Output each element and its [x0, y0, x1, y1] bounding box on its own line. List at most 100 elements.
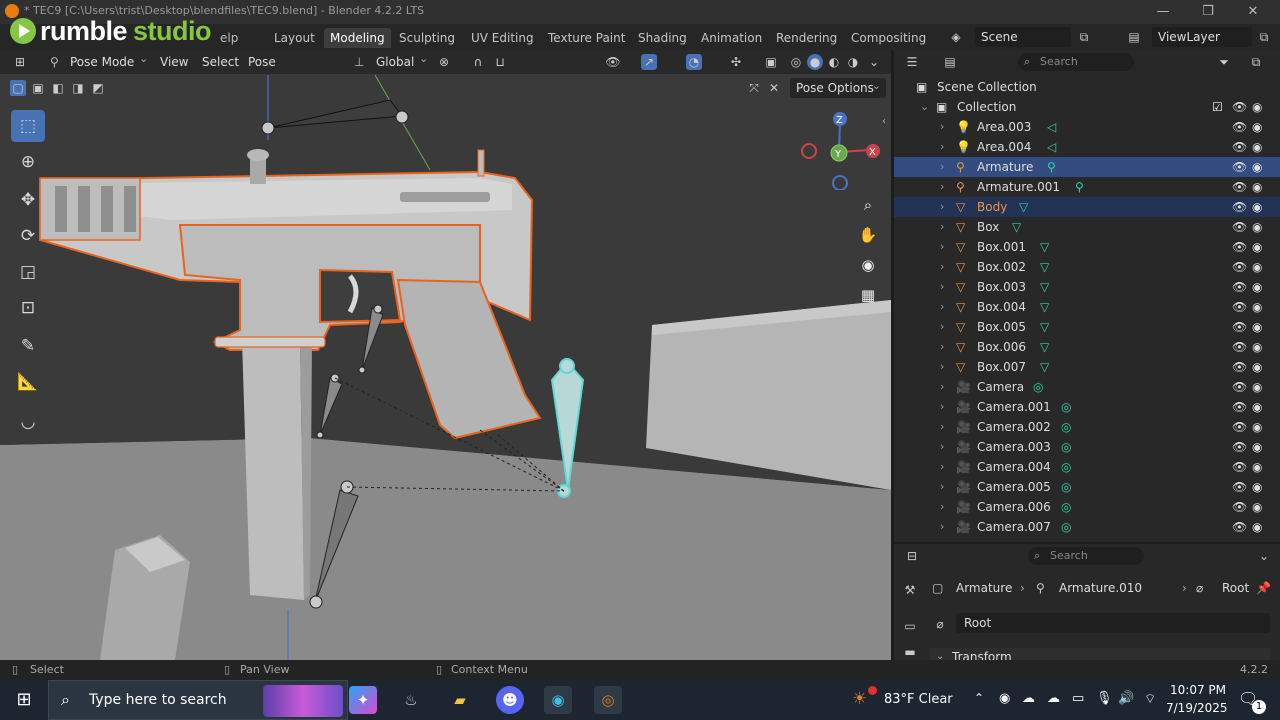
mirror-x-icon[interactable]: ✕ [766, 80, 782, 96]
chevron-right-icon[interactable]: › [940, 217, 944, 237]
chevron-right-icon[interactable]: › [940, 277, 944, 297]
outliner-row[interactable]: › 💡 Area.003 ◁ 👁 ◉ [894, 117, 1280, 137]
outliner-row[interactable]: › ▽ Box.003 ▽ 👁 ◉ [894, 277, 1280, 297]
outliner-row[interactable]: › ▽ Box.001 ▽ 👁 ◉ [894, 237, 1280, 257]
eye-icon[interactable]: 👁 [1232, 377, 1247, 397]
visibility-icon[interactable]: 👁 [605, 54, 621, 70]
xray-icon[interactable]: ▣ [763, 54, 779, 70]
measure-tool[interactable]: 📐 [10, 366, 46, 398]
eye-icon[interactable]: 👁 [1232, 357, 1247, 377]
taskbar-search-input[interactable]: ⌕ Type here to search [48, 680, 348, 720]
mesh-data-icon[interactable]: ▽ [1040, 357, 1049, 377]
bone-overlay-icon[interactable]: ✣ [728, 54, 744, 70]
tray-device-icon[interactable]: ▭ [1072, 691, 1084, 706]
eye-icon[interactable]: 👁 [1232, 497, 1247, 517]
camera-data-icon[interactable]: ◎ [1061, 417, 1071, 437]
render-camera-icon[interactable]: ◉ [1252, 397, 1262, 417]
mesh-data-icon[interactable]: ▽ [1040, 277, 1049, 297]
speaker-icon[interactable]: 🔊 [1118, 691, 1134, 706]
outliner-row[interactable]: › ▽ Body ▽ 👁 ◉ [894, 197, 1280, 217]
snap-icon[interactable]: ∩ [470, 54, 486, 70]
eye-icon[interactable]: 👁 [1232, 297, 1247, 317]
camera-data-icon[interactable]: ◎ [1061, 497, 1071, 517]
render-camera-icon[interactable]: ◉ [1252, 237, 1262, 257]
pose-options-dropdown[interactable]: Pose Options ⌄ [790, 78, 886, 98]
orientation-dropdown[interactable]: Global [370, 50, 432, 71]
outliner-row[interactable]: › ▽ Box.007 ▽ 👁 ◉ [894, 357, 1280, 377]
select-invert-icon[interactable]: ◨ [70, 80, 86, 96]
tray-app-icon[interactable]: ◉ [999, 691, 1010, 706]
render-camera-icon[interactable]: ◉ [1252, 437, 1262, 457]
camera-view-icon[interactable]: ◉ [855, 252, 881, 278]
tab-layout[interactable]: Layout [268, 28, 321, 48]
scene-selector[interactable]: Scene [975, 27, 1071, 47]
zoom-icon[interactable]: ⌕ [855, 192, 881, 218]
weather-text[interactable]: 83°F Clear [884, 692, 953, 707]
new-scene-icon[interactable]: ⧉ [1076, 29, 1092, 45]
wireframe-shading-icon[interactable]: ◎ [788, 54, 804, 70]
chevron-right-icon[interactable]: › [940, 137, 944, 157]
select-menu[interactable]: Select [202, 53, 239, 71]
pin-icon[interactable]: 📌 [1256, 578, 1271, 598]
mode-dropdown[interactable]: Pose Mode [64, 50, 152, 71]
outliner-row[interactable]: › ▽ Box.002 ▽ 👁 ◉ [894, 257, 1280, 277]
eye-icon[interactable]: 👁 [1232, 257, 1247, 277]
properties-editor-icon[interactable]: ⊟ [904, 548, 920, 564]
chevron-right-icon[interactable]: › [940, 297, 944, 317]
shading-options-chevron-icon[interactable]: ⌄ [866, 54, 882, 70]
mesh-data-icon[interactable]: ▽ [1040, 337, 1049, 357]
output-tab-icon[interactable]: ▬ [902, 644, 918, 660]
outliner-row[interactable]: › ▽ Box.006 ▽ 👁 ◉ [894, 337, 1280, 357]
tool-tab-icon[interactable]: ⚒ [902, 582, 918, 598]
restore-button[interactable]: ❐ [1193, 2, 1223, 22]
windows-start-icon[interactable]: ⊞ [10, 686, 38, 714]
camera-data-icon[interactable]: ◎ [1061, 517, 1071, 537]
view-layer-selector[interactable]: ViewLayer [1152, 27, 1252, 47]
clock-time[interactable]: 10:07 PM [1170, 683, 1226, 697]
render-camera-icon[interactable]: ◉ [1252, 297, 1262, 317]
eye-icon[interactable]: 👁 [1232, 437, 1247, 457]
eye-icon[interactable]: 👁 [1232, 277, 1247, 297]
outliner-row[interactable]: › 🎥 Camera.005 ◎ 👁 ◉ [894, 477, 1280, 497]
blender-taskbar-icon[interactable]: ◎ [594, 686, 622, 714]
render-camera-icon[interactable]: ◉ [1252, 217, 1262, 237]
render-camera-icon[interactable]: ◉ [1252, 337, 1262, 357]
eye-icon[interactable]: 👁 [1232, 477, 1247, 497]
pan-hand-icon[interactable]: ✋ [855, 222, 881, 248]
outliner-editor-icon[interactable]: ☰ [904, 54, 920, 70]
chevron-right-icon[interactable]: › [940, 497, 944, 517]
3d-viewport[interactable]: Z X Y ⌕ ✋ ◉ ▦ ‹ [0, 50, 891, 660]
view-menu[interactable]: View [160, 53, 188, 71]
tray-chevron-up-icon[interactable]: ⌃ [974, 691, 984, 705]
select-subtract-icon[interactable]: ◧ [50, 80, 66, 96]
camera-data-icon[interactable]: ◎ [1033, 377, 1043, 397]
cursor-tool[interactable]: ⊕ [10, 146, 46, 178]
tab-compositing[interactable]: Compositing [845, 28, 932, 48]
outliner-row[interactable]: › ▽ Box ▽ 👁 ◉ [894, 217, 1280, 237]
copilot-icon[interactable]: ✦ [349, 686, 377, 714]
select-intersect-icon[interactable]: ◩ [90, 80, 106, 96]
cloud-icon[interactable]: ☁ [1047, 691, 1060, 706]
mesh-data-icon[interactable]: ▽ [1019, 197, 1028, 217]
eye-icon[interactable]: 👁 [1232, 397, 1247, 417]
tab-animation[interactable]: Animation [695, 28, 768, 48]
outliner-row[interactable]: › ▽ Box.005 ▽ 👁 ◉ [894, 317, 1280, 337]
chevron-right-icon[interactable]: › [940, 517, 944, 537]
render-camera-icon[interactable]: ◉ [1252, 197, 1262, 217]
eye-icon[interactable]: 👁 [1232, 157, 1247, 177]
eye-icon[interactable]: 👁 [1232, 317, 1247, 337]
editor-type-icon[interactable]: ⊞ [12, 54, 28, 70]
light-data-icon[interactable]: ◁ [1047, 137, 1056, 157]
mesh-data-icon[interactable]: ▽ [1040, 297, 1049, 317]
onedrive-icon[interactable]: ☁ [1022, 691, 1035, 706]
camera-data-icon[interactable]: ◎ [1061, 437, 1071, 457]
render-camera-icon[interactable]: ◉ [1252, 377, 1262, 397]
snap-target-icon[interactable]: ⊔ [492, 54, 508, 70]
overlay-toggle-icon[interactable]: ◔ [686, 54, 702, 70]
chevron-right-icon[interactable]: › [940, 257, 944, 277]
outliner-row[interactable]: › 🎥 Camera.003 ◎ 👁 ◉ [894, 437, 1280, 457]
select-new-icon[interactable]: ▢ [10, 80, 26, 96]
properties-options-chevron-icon[interactable]: ⌄ [1256, 548, 1272, 564]
outliner-row[interactable]: › 🎥 Camera ◎ 👁 ◉ [894, 377, 1280, 397]
transform-tool[interactable]: ⊡ [10, 292, 46, 324]
